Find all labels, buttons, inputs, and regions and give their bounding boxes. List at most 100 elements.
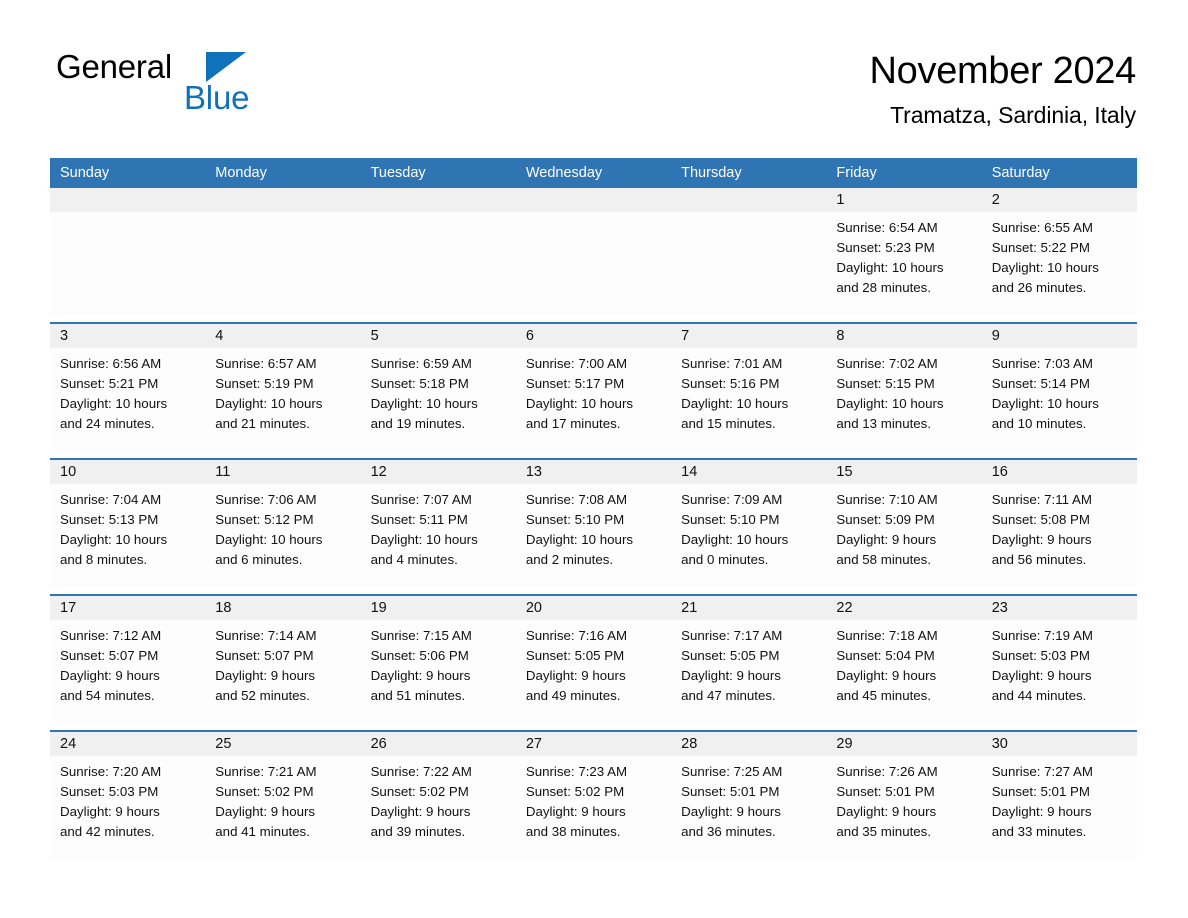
day-cell-14[interactable]: Sunrise: 7:09 AM Sunset: 5:10 PM Daylight:… [671,484,826,587]
day-cell-30[interactable]: Sunrise: 7:27 AM Sunset: 5:01 PM Daylight:… [982,756,1137,859]
day-number-2[interactable]: 2 [982,188,1137,212]
day-detail-line: Sunrise: 7:19 AM [991,628,1093,643]
day-number-5[interactable]: 5 [361,324,516,348]
brand-triangle-icon [206,52,246,82]
day-number-20[interactable]: 20 [516,596,671,620]
day-number-empty [671,188,826,212]
day-detail-line: Daylight: 10 hours [60,532,168,547]
day-cell-20[interactable]: Sunrise: 7:16 AM Sunset: 5:05 PM Daylight:… [516,620,671,723]
day-number-15[interactable]: 15 [826,460,981,484]
day-cell-25[interactable]: Sunrise: 7:21 AM Sunset: 5:02 PM Daylight:… [205,756,360,859]
day-detail-line: Sunrise: 7:17 AM [681,628,783,643]
day-cell-28[interactable]: Sunrise: 7:25 AM Sunset: 5:01 PM Daylight:… [671,756,826,859]
day-number-18[interactable]: 18 [205,596,360,620]
day-detail-line: and 13 minutes. [836,416,932,431]
day-detail-line: Sunset: 5:21 PM [60,376,159,391]
day-number-13[interactable]: 13 [516,460,671,484]
day-cell-21[interactable]: Sunrise: 7:17 AM Sunset: 5:05 PM Daylight:… [671,620,826,723]
day-cell-16[interactable]: Sunrise: 7:11 AM Sunset: 5:08 PM Daylight:… [982,484,1137,587]
day-number-9[interactable]: 9 [982,324,1137,348]
day-number-3[interactable]: 3 [50,324,205,348]
day-number-4[interactable]: 4 [205,324,360,348]
day-detail-line: Sunrise: 7:21 AM [215,764,317,779]
logo-text-blue: Blue [184,79,250,116]
weekday-header-row: Sunday Monday Tuesday Wednesday Thursday Frid… [50,158,1137,188]
day-detail-line: Daylight: 10 hours [370,532,478,547]
day-number-8[interactable]: 8 [826,324,981,348]
day-cell-10[interactable]: Sunrise: 7:04 AM Sunset: 5:13 PM Daylight:… [50,484,205,587]
day-number-6[interactable]: 6 [516,324,671,348]
day-detail-line: Sunrise: 6:59 AM [370,356,472,371]
day-detail-line: and 49 minutes. [525,688,621,703]
day-detail-line: Daylight: 10 hours [991,260,1099,275]
day-cell-22[interactable]: Sunrise: 7:18 AM Sunset: 5:04 PM Daylight:… [826,620,981,723]
day-cell-26[interactable]: Sunrise: 7:22 AM Sunset: 5:02 PM Daylight:… [361,756,516,859]
day-detail-line: and 38 minutes. [525,824,621,839]
day-detail-band: Sunrise: 7:20 AM Sunset: 5:03 PM Daylight:… [50,756,1137,859]
day-detail-line: Sunset: 5:16 PM [681,376,780,391]
day-cell-23[interactable]: Sunrise: 7:19 AM Sunset: 5:03 PM Daylight:… [982,620,1137,723]
day-number-empty [361,188,516,212]
day-number-26[interactable]: 26 [361,732,516,756]
day-detail-line: and 28 minutes. [836,280,932,295]
day-detail-line: Daylight: 9 hours [836,804,937,819]
day-detail-line: and 19 minutes. [370,416,466,431]
day-number-30[interactable]: 30 [982,732,1137,756]
day-number-7[interactable]: 7 [671,324,826,348]
day-cell-13[interactable]: Sunrise: 7:08 AM Sunset: 5:10 PM Daylight:… [516,484,671,587]
day-cell-11[interactable]: Sunrise: 7:06 AM Sunset: 5:12 PM Daylight:… [205,484,360,587]
day-number-24[interactable]: 24 [50,732,205,756]
day-detail-line: and 51 minutes. [370,688,466,703]
day-cell-6[interactable]: Sunrise: 7:00 AM Sunset: 5:17 PM Daylight:… [516,348,671,451]
general-blue-logo: General Blue [56,48,346,128]
day-cell-17[interactable]: Sunrise: 7:12 AM Sunset: 5:07 PM Daylight:… [50,620,205,723]
day-detail-line: Daylight: 10 hours [991,396,1099,411]
day-cell-29[interactable]: Sunrise: 7:26 AM Sunset: 5:01 PM Daylight:… [826,756,981,859]
day-detail-line: Daylight: 9 hours [991,804,1092,819]
day-number-11[interactable]: 11 [205,460,360,484]
day-cell-27[interactable]: Sunrise: 7:23 AM Sunset: 5:02 PM Daylight:… [516,756,671,859]
day-cell-4[interactable]: Sunrise: 6:57 AM Sunset: 5:19 PM Daylight:… [205,348,360,451]
day-detail-line: Sunset: 5:12 PM [215,512,314,527]
day-number-23[interactable]: 23 [982,596,1137,620]
day-cell-8[interactable]: Sunrise: 7:02 AM Sunset: 5:15 PM Daylight:… [826,348,981,451]
day-detail-line: Sunrise: 7:26 AM [836,764,938,779]
day-cell-18[interactable]: Sunrise: 7:14 AM Sunset: 5:07 PM Daylight:… [205,620,360,723]
day-cell-3[interactable]: Sunrise: 6:56 AM Sunset: 5:21 PM Daylight:… [50,348,205,451]
day-detail-line: Daylight: 10 hours [60,396,168,411]
day-number-14[interactable]: 14 [671,460,826,484]
weekday-header-saturday: Saturday [991,165,1050,181]
day-detail-line: Sunrise: 7:15 AM [370,628,472,643]
day-cell-24[interactable]: Sunrise: 7:20 AM Sunset: 5:03 PM Daylight:… [50,756,205,859]
day-detail-line: and 44 minutes. [991,688,1087,703]
day-number-29[interactable]: 29 [826,732,981,756]
day-number-17[interactable]: 17 [50,596,205,620]
day-number-16[interactable]: 16 [982,460,1137,484]
day-cell-12[interactable]: Sunrise: 7:07 AM Sunset: 5:11 PM Daylight:… [361,484,516,587]
title-block: November 2024 Tramatza, Sardinia, Italy [870,48,1137,130]
day-number-10[interactable]: 10 [50,460,205,484]
day-number-19[interactable]: 19 [361,596,516,620]
day-cell-1[interactable]: Sunrise: 6:54 AM Sunset: 5:23 PM Daylight:… [826,212,981,315]
day-number-band: 3456789 [50,324,1137,348]
day-number-21[interactable]: 21 [671,596,826,620]
day-detail-line: and 33 minutes. [991,824,1087,839]
day-cell-5[interactable]: Sunrise: 6:59 AM Sunset: 5:18 PM Daylight:… [361,348,516,451]
day-cell-2[interactable]: Sunrise: 6:55 AM Sunset: 5:22 PM Daylight:… [982,212,1137,315]
day-number-27[interactable]: 27 [516,732,671,756]
day-detail-line: Sunset: 5:10 PM [681,512,780,527]
day-detail-line: and 2 minutes. [525,552,614,567]
day-cell-19[interactable]: Sunrise: 7:15 AM Sunset: 5:06 PM Daylight:… [361,620,516,723]
day-detail-line: Sunrise: 7:16 AM [525,628,628,643]
day-cell-15[interactable]: Sunrise: 7:10 AM Sunset: 5:09 PM Daylight:… [826,484,981,587]
day-number-1[interactable]: 1 [826,188,981,212]
day-cell-9[interactable]: Sunrise: 7:03 AM Sunset: 5:14 PM Daylight:… [982,348,1137,451]
weekday-header-tuesday: Tuesday [370,165,426,181]
day-number-12[interactable]: 12 [361,460,516,484]
day-number-25[interactable]: 25 [205,732,360,756]
day-detail-line: and 0 minutes. [681,552,769,567]
day-cell-7[interactable]: Sunrise: 7:01 AM Sunset: 5:16 PM Daylight:… [671,348,826,451]
day-detail-line: Sunrise: 7:23 AM [525,764,628,779]
day-number-22[interactable]: 22 [826,596,981,620]
day-number-28[interactable]: 28 [671,732,826,756]
